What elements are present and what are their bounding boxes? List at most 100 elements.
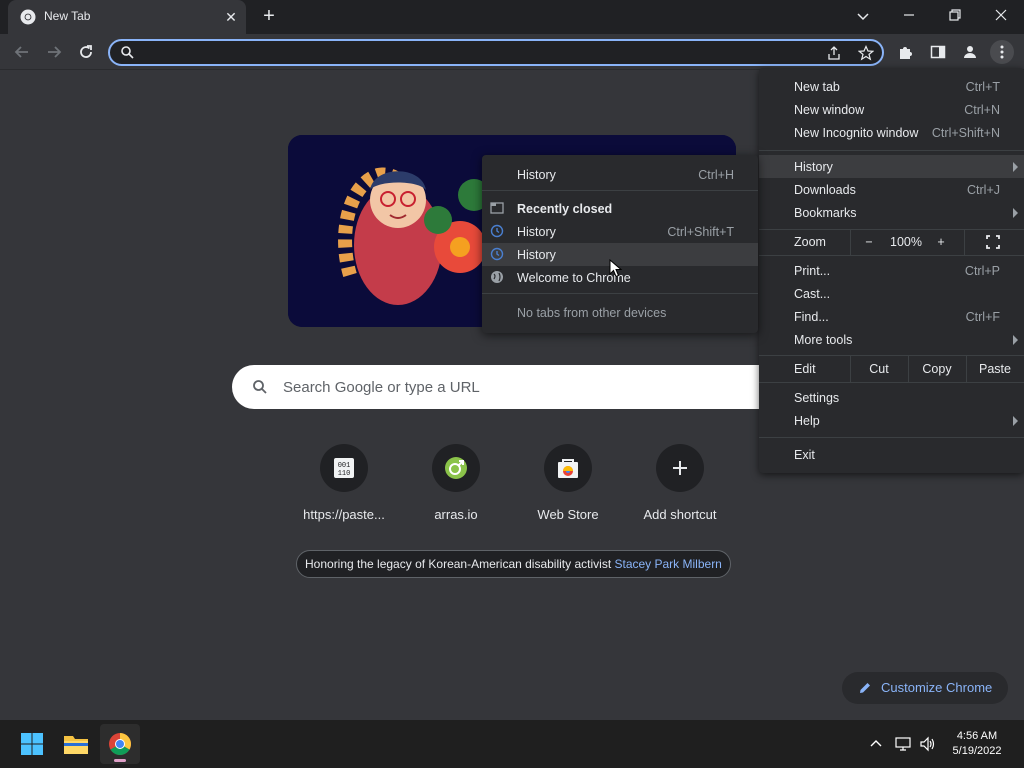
close-tab-icon[interactable]: ✕	[222, 8, 240, 26]
start-button[interactable]	[12, 724, 52, 764]
chrome-taskbar-button[interactable]	[100, 724, 140, 764]
forward-button[interactable]	[42, 40, 66, 64]
caption-link[interactable]: Stacey Park Milbern	[614, 557, 721, 571]
submenu-arrow-icon	[1013, 162, 1018, 172]
back-button[interactable]	[10, 40, 34, 64]
tab-title: New Tab	[44, 9, 91, 23]
menu-separator	[759, 437, 1024, 438]
menu-item-help[interactable]: Help	[759, 409, 1024, 432]
zoom-row: Zoom − 100% +	[759, 229, 1024, 255]
network-button[interactable]	[894, 734, 914, 754]
network-icon	[895, 737, 911, 751]
shortcut-label: https://paste...	[303, 507, 385, 522]
cut-button[interactable]: Cut	[851, 356, 907, 382]
menu-item-new-tab[interactable]: New tab Ctrl+T	[759, 75, 1024, 98]
menu-item-downloads[interactable]: Downloads Ctrl+J	[759, 178, 1024, 201]
shortcut-label: Add shortcut	[643, 507, 717, 522]
restore-button[interactable]	[932, 0, 978, 30]
chevron-down-icon	[857, 13, 869, 21]
taskbar-clock[interactable]: 4:56 AM 5/19/2022	[946, 729, 1008, 759]
fullscreen-button[interactable]	[984, 229, 1002, 255]
tab-new-tab[interactable]: New Tab ✕	[8, 0, 246, 34]
close-icon	[995, 9, 1007, 21]
new-tab-button[interactable]: +	[258, 6, 280, 28]
arrow-right-icon	[48, 46, 62, 58]
menu-item-find[interactable]: Find... Ctrl+F	[759, 305, 1024, 328]
zoom-out-button[interactable]: −	[859, 229, 879, 255]
omnibox[interactable]	[108, 39, 884, 66]
menu-item-history[interactable]: History	[759, 155, 1024, 178]
restore-icon	[949, 9, 961, 21]
menu-item-cast[interactable]: Cast...	[759, 282, 1024, 305]
side-panel-button[interactable]	[926, 40, 950, 64]
recently-closed-item[interactable]: History Ctrl+Shift+T	[482, 220, 758, 243]
zoom-label: Zoom	[794, 235, 826, 249]
no-tabs-message: No tabs from other devices	[517, 306, 667, 320]
tab-search-button[interactable]	[852, 6, 874, 28]
clock-time: 4:56 AM	[956, 730, 998, 742]
shortcut-pastebin[interactable]: 001 110 https://paste...	[288, 444, 400, 530]
ntp-search-box[interactable]: Search Google or type a URL	[232, 365, 792, 409]
minimize-button[interactable]	[886, 0, 932, 30]
menu-separator	[759, 382, 1024, 383]
share-icon[interactable]	[826, 45, 842, 61]
submenu-arrow-icon	[1013, 208, 1018, 218]
reload-icon	[80, 45, 92, 58]
shortcut-arras[interactable]: arras.io	[400, 444, 512, 530]
menu-separator	[759, 255, 1024, 256]
caption-text: Honoring the legacy of Korean-American d…	[305, 557, 615, 571]
paste-button[interactable]: Paste	[967, 356, 1023, 382]
history-icon	[490, 224, 504, 238]
reload-button[interactable]	[74, 40, 98, 64]
main-menu: New tab Ctrl+T New window Ctrl+N New Incog…	[759, 68, 1024, 473]
chrome-icon	[20, 9, 36, 25]
edit-row: Edit Cut Copy Paste	[759, 356, 1024, 382]
web-store-icon	[558, 459, 578, 478]
customize-chrome-button[interactable]: Customize Chrome	[842, 672, 1008, 704]
volume-button[interactable]	[918, 734, 938, 754]
profile-button[interactable]	[958, 40, 982, 64]
star-icon[interactable]	[858, 45, 874, 61]
add-shortcut-button[interactable]: Add shortcut	[624, 444, 736, 530]
minimize-icon	[904, 14, 914, 16]
search-icon	[253, 380, 267, 394]
fullscreen-icon	[986, 235, 1000, 249]
menu-item-print[interactable]: Print... Ctrl+P	[759, 259, 1024, 282]
copy-button[interactable]: Copy	[909, 356, 965, 382]
customize-label: Customize Chrome	[881, 680, 993, 695]
active-app-indicator	[114, 759, 126, 762]
shortcut-web-store[interactable]: Web Store	[512, 444, 624, 530]
file-explorer-button[interactable]	[56, 724, 96, 764]
menu-item-exit[interactable]: Exit	[759, 443, 1024, 466]
submenu-separator	[482, 190, 758, 191]
svg-text:001: 001	[338, 462, 351, 470]
shortcut-label: arras.io	[434, 507, 478, 522]
svg-text:110: 110	[338, 470, 351, 478]
menu-item-bookmarks[interactable]: Bookmarks	[759, 201, 1024, 224]
kebab-menu-icon	[1000, 45, 1004, 59]
zoom-in-button[interactable]: +	[931, 229, 951, 255]
recently-closed-header: Recently closed	[482, 197, 758, 220]
tray-overflow-button[interactable]	[866, 734, 886, 754]
arrow-left-icon	[14, 46, 28, 58]
menu-item-new-window[interactable]: New window Ctrl+N	[759, 98, 1024, 121]
plus-icon	[673, 461, 687, 475]
person-icon	[964, 46, 976, 58]
main-menu-button[interactable]	[990, 40, 1014, 64]
menu-separator	[759, 150, 1024, 151]
history-icon	[490, 247, 504, 261]
menu-item-incognito[interactable]: New Incognito window Ctrl+Shift+N	[759, 121, 1024, 144]
mouse-cursor-icon	[609, 259, 623, 278]
submenu-arrow-icon	[1013, 335, 1018, 345]
globe-icon	[491, 271, 503, 283]
submenu-item-history[interactable]: History Ctrl+H	[482, 163, 758, 186]
submenu-arrow-icon	[1013, 416, 1018, 426]
menu-item-more-tools[interactable]: More tools	[759, 328, 1024, 351]
extensions-button[interactable]	[894, 40, 918, 64]
tab-icon	[490, 202, 504, 214]
side-panel-icon	[930, 45, 946, 59]
puzzle-icon	[900, 47, 912, 59]
close-window-button[interactable]	[978, 0, 1024, 30]
chrome-icon	[109, 733, 131, 755]
menu-item-settings[interactable]: Settings	[759, 386, 1024, 409]
